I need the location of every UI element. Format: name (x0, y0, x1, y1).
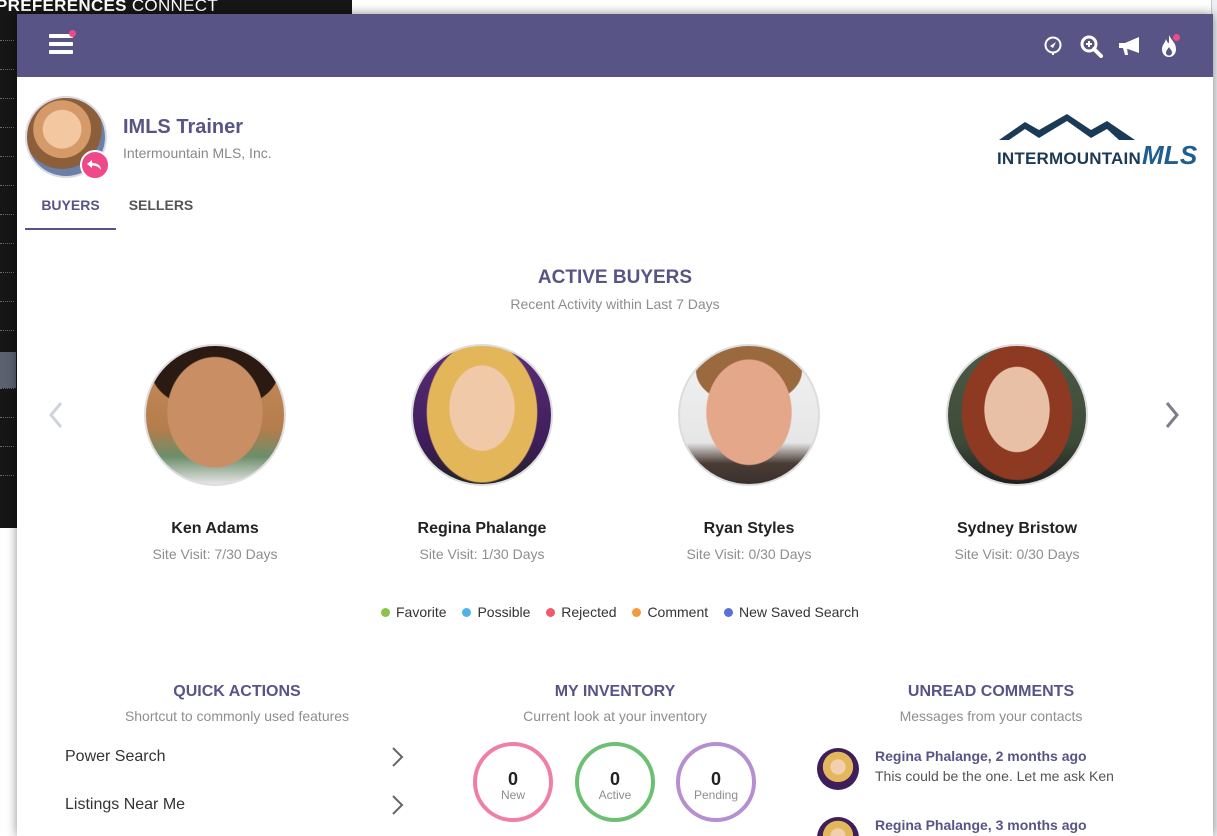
quick-action-power-search[interactable]: Power Search (65, 746, 405, 778)
inventory-new[interactable]: 0 New (473, 742, 553, 822)
chevron-right-icon (391, 746, 405, 773)
carousel-next-arrow-icon[interactable] (1163, 400, 1187, 430)
comment-item[interactable]: Regina Phalange, 2 months ago This could… (817, 748, 1207, 808)
user-name: IMLS Trainer (123, 116, 244, 138)
quick-actions-subtitle: Shortcut to commonly used features (124, 708, 350, 724)
buyer-photo (144, 344, 286, 486)
inventory-active[interactable]: 0 Active (575, 742, 655, 822)
flame-notification-dot (1173, 34, 1180, 41)
inventory-pending[interactable]: 0 Pending (676, 742, 756, 822)
legend-rejected: Rejected (546, 604, 617, 620)
background-selected-row (0, 352, 16, 388)
search-zoom-icon[interactable] (1079, 34, 1103, 58)
comment-item[interactable]: Regina Phalange, 3 months ago (817, 817, 1207, 836)
hamburger-menu-icon[interactable] (49, 34, 73, 56)
carousel-prev-arrow-icon[interactable] (47, 400, 71, 430)
inventory-active-count: 0 (609, 769, 620, 789)
tab-sellers[interactable]: SELLERS (125, 192, 197, 230)
legend-new-saved-search: New Saved Search (724, 604, 859, 620)
quick-action-listings-near-me[interactable]: Listings Near Me (65, 794, 405, 826)
buyer-site-visit: Site Visit: 0/30 Days (686, 546, 812, 562)
buyer-card-ryan-styles[interactable]: Ryan Styles Site Visit: 0/30 Days (629, 344, 869, 562)
comment-author: Regina Phalange, 3 months ago (875, 817, 1087, 833)
quick-action-label: Listings Near Me (65, 796, 186, 813)
quick-action-label: Power Search (65, 748, 166, 765)
dashboard-window: IMLS Trainer Intermountain MLS, Inc. INT… (17, 14, 1213, 836)
chevron-right-icon (391, 794, 405, 821)
buyer-name: Ryan Styles (703, 520, 795, 537)
buyer-card-ken-adams[interactable]: Ken Adams Site Visit: 7/30 Days (95, 344, 335, 562)
megaphone-icon[interactable] (1116, 34, 1144, 58)
commenter-avatar (817, 748, 859, 790)
buyer-card-sydney-bristow[interactable]: Sydney Bristow Site Visit: 0/30 Days (897, 344, 1137, 562)
buyer-site-visit: Site Visit: 0/30 Days (954, 546, 1080, 562)
unread-comments-subtitle: Messages from your contacts (899, 708, 1083, 724)
buyer-photo (678, 344, 820, 486)
location-pin-icon[interactable] (1041, 34, 1065, 58)
buyer-photo (411, 344, 553, 486)
buyer-site-visit: Site Visit: 7/30 Days (152, 546, 278, 562)
intermountain-mls-logo: INTERMOUNTAINMLS (997, 112, 1201, 170)
inventory-pending-count: 0 (710, 769, 721, 789)
menu-notification-dot (69, 30, 76, 37)
buyer-name: Ken Adams (171, 520, 259, 537)
inventory-pending-label: Pending (693, 788, 739, 802)
my-inventory-subtitle: Current look at your inventory (523, 708, 707, 724)
activity-legend: Favorite Possible Rejected Comment New S… (381, 604, 871, 620)
buyer-site-visit: Site Visit: 1/30 Days (419, 546, 545, 562)
comment-message: This could be the one. Let me ask Ken (875, 768, 1114, 784)
active-buyers-title: ACTIVE BUYERS (537, 267, 693, 288)
buyer-name: Regina Phalange (417, 520, 547, 537)
active-buyers-subtitle: Recent Activity within Last 7 Days (510, 296, 720, 312)
comment-author: Regina Phalange, 2 months ago (875, 748, 1087, 764)
commenter-avatar (817, 817, 859, 836)
tab-buyers[interactable]: BUYERS (25, 192, 116, 230)
legend-comment: Comment (632, 604, 708, 620)
buyer-photo (946, 344, 1088, 486)
user-company: Intermountain MLS, Inc. (123, 145, 272, 161)
inventory-active-label: Active (598, 788, 632, 802)
legend-possible: Possible (462, 604, 530, 620)
undo-arrow-icon[interactable] (80, 150, 110, 180)
inventory-new-label: New (500, 788, 525, 802)
quick-actions-title: QUICK ACTIONS (173, 683, 301, 700)
unread-comments-title: UNREAD COMMENTS (907, 683, 1075, 700)
legend-favorite: Favorite (381, 604, 447, 620)
buyer-name: Sydney Bristow (956, 520, 1078, 537)
buyer-card-regina-phalange[interactable]: Regina Phalange Site Visit: 1/30 Days (362, 344, 602, 562)
my-inventory-title: MY INVENTORY (554, 683, 676, 700)
background-row-dividers (0, 40, 16, 520)
inventory-new-count: 0 (507, 769, 518, 789)
top-bar (17, 14, 1213, 77)
